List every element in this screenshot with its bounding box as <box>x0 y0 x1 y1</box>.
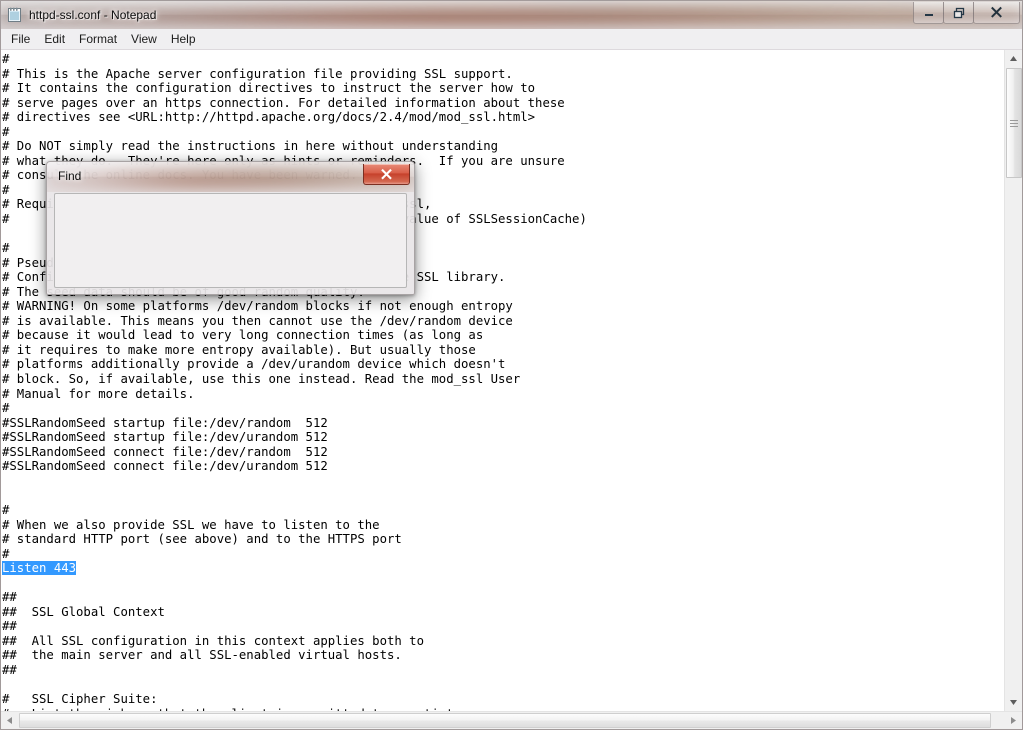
scroll-thumb-grip <box>1010 118 1018 129</box>
window-titlebar[interactable]: httpd-ssl.conf - Notepad <box>1 1 1022 29</box>
find-dialog-body <box>54 193 407 288</box>
menu-bar: File Edit Format View Help <box>1 29 1022 50</box>
window-caption-buttons <box>913 2 1020 24</box>
scroll-up-button[interactable] <box>1005 50 1022 67</box>
close-icon <box>991 6 1002 18</box>
editor-selection: Listen 443 <box>2 561 77 576</box>
scroll-right-button[interactable] <box>1005 712 1022 729</box>
minimize-icon <box>924 13 933 16</box>
notepad-window: httpd-ssl.conf - Notepad File Edit Forma… <box>0 0 1023 730</box>
editor-text[interactable]: # # This is the Apache server configurat… <box>2 52 1004 711</box>
close-button[interactable] <box>973 2 1020 24</box>
find-dialog-close-button[interactable] <box>363 164 410 185</box>
menu-item-help[interactable]: Help <box>164 30 203 49</box>
editor-text-after: ## ## SSL Global Context ## ## All SSL c… <box>2 590 468 711</box>
horizontal-scrollbar[interactable] <box>1 711 1022 729</box>
window-title: httpd-ssl.conf - Notepad <box>29 8 157 22</box>
chevron-up-icon <box>1010 56 1017 61</box>
text-editor[interactable]: # # This is the Apache server configurat… <box>1 50 1004 711</box>
scroll-down-button[interactable] <box>1005 694 1022 711</box>
editor-area: # # This is the Apache server configurat… <box>1 50 1022 711</box>
horizontal-scroll-thumb[interactable] <box>19 713 991 728</box>
chevron-right-icon <box>1011 717 1016 724</box>
notepad-icon <box>7 7 23 23</box>
find-dialog: Find Find what: Find Next Cancel Directi… <box>46 161 415 295</box>
minimize-button[interactable] <box>913 2 944 24</box>
find-dialog-titlebar[interactable]: Find <box>47 162 414 192</box>
scroll-left-button[interactable] <box>1 712 18 729</box>
vertical-scroll-thumb[interactable] <box>1006 68 1022 178</box>
menu-item-view[interactable]: View <box>124 30 164 49</box>
find-dialog-title: Find <box>58 169 82 183</box>
restore-button[interactable] <box>943 2 974 24</box>
chevron-down-icon <box>1010 700 1017 705</box>
restore-icon <box>953 7 964 18</box>
vertical-scrollbar[interactable] <box>1004 50 1022 711</box>
close-icon <box>381 168 392 179</box>
menu-item-format[interactable]: Format <box>72 30 124 49</box>
menu-item-edit[interactable]: Edit <box>37 30 72 49</box>
menu-item-file[interactable]: File <box>4 30 37 49</box>
chevron-left-icon <box>7 717 12 724</box>
editor-text-before: # # This is the Apache server configurat… <box>2 52 587 561</box>
